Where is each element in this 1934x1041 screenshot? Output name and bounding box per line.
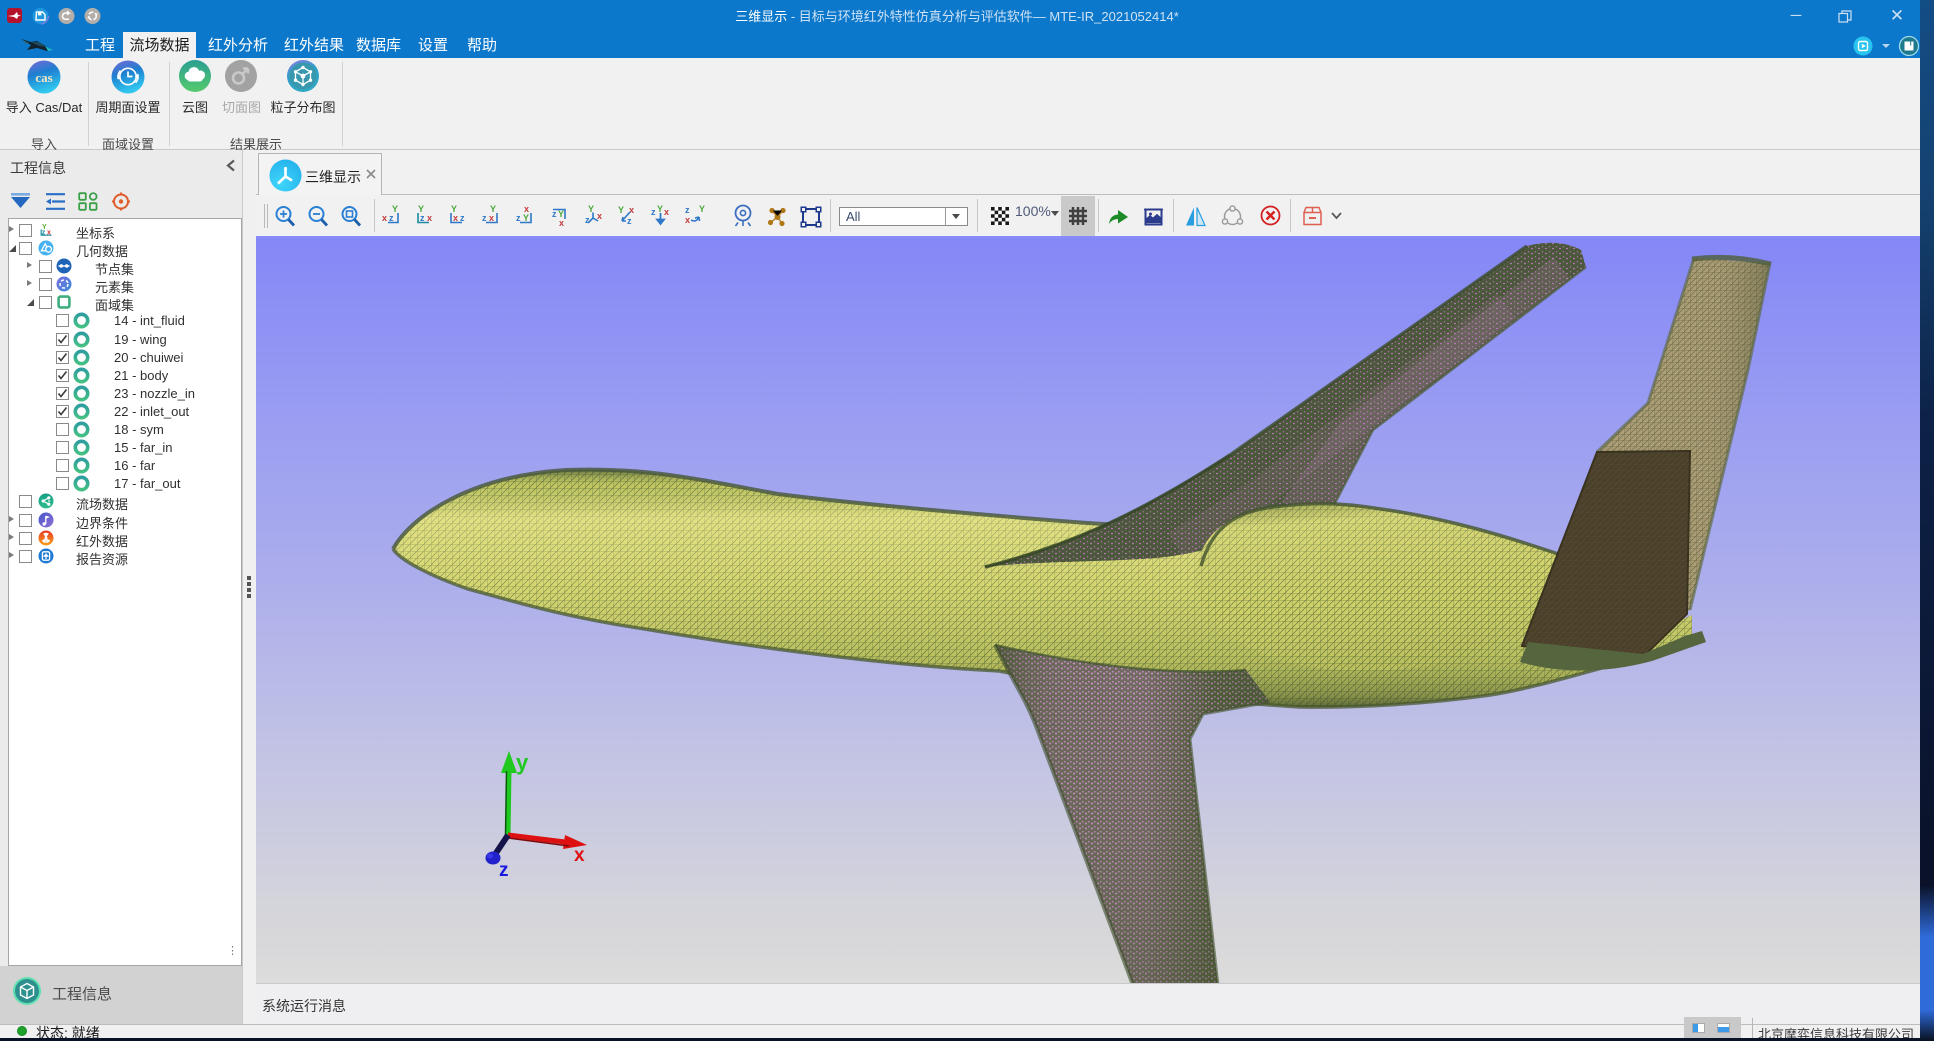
svg-text:z: z — [627, 216, 632, 226]
svg-text:x: x — [47, 230, 51, 237]
svg-text:z: z — [482, 213, 487, 223]
svg-text:x: x — [574, 845, 585, 866]
svg-text:x: x — [559, 218, 564, 228]
svg-text:Y: Y — [618, 205, 624, 215]
svg-text:cas: cas — [35, 70, 52, 85]
svg-text:x: x — [489, 213, 494, 223]
svg-text:z: z — [516, 213, 521, 223]
svg-text:z: z — [552, 209, 557, 219]
svg-text:x: x — [453, 213, 458, 223]
svg-text:z: z — [460, 213, 465, 223]
svg-text:x: x — [524, 204, 529, 214]
svg-text:x: x — [664, 207, 669, 217]
svg-text:x: x — [597, 211, 602, 221]
svg-text:x: x — [629, 205, 634, 215]
svg-text:z: z — [585, 215, 590, 225]
svg-text:Y: Y — [523, 213, 529, 223]
svg-text:z: z — [420, 213, 425, 223]
svg-text:x: x — [382, 213, 387, 223]
svg-text:z: z — [651, 207, 656, 217]
svg-text:z: z — [685, 205, 690, 215]
svg-text:Y: Y — [392, 204, 398, 214]
svg-text:z: z — [389, 213, 394, 223]
svg-text:x: x — [685, 215, 690, 225]
svg-text:Y: Y — [657, 204, 663, 214]
svg-text:Y: Y — [699, 204, 705, 214]
svg-text:x: x — [427, 213, 432, 223]
svg-text:y: y — [516, 750, 529, 775]
svg-text:z: z — [499, 860, 509, 881]
svg-text:Y: Y — [490, 204, 496, 214]
svg-text:z: z — [42, 230, 46, 237]
